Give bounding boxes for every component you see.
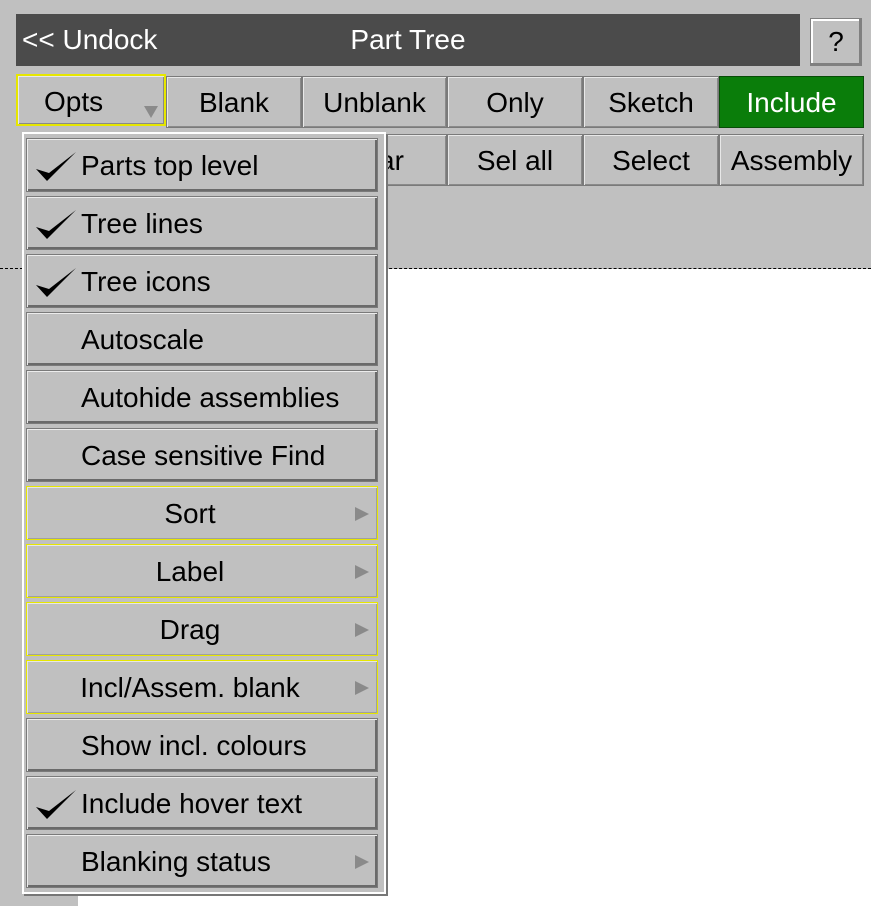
menu-item-case-sensitive-find[interactable]: Case sensitive Find xyxy=(26,428,378,482)
submenu-arrow-icon xyxy=(355,855,369,869)
menu-item-label: Include hover text xyxy=(81,788,303,819)
menu-item-label: Autoscale xyxy=(81,324,204,355)
blank-button[interactable]: Blank xyxy=(166,76,302,128)
submenu-arrow-icon xyxy=(355,681,369,695)
menu-item-label: Drag xyxy=(159,614,221,645)
opts-label: Opts xyxy=(44,86,104,117)
menu-item-sort[interactable]: Sort xyxy=(26,486,378,540)
only-button[interactable]: Only xyxy=(447,76,583,128)
select-button[interactable]: Select xyxy=(583,134,719,186)
checkmark-icon xyxy=(36,210,76,239)
submenu-arrow-icon xyxy=(355,623,369,637)
include-button[interactable]: Include xyxy=(719,76,864,128)
sel-all-button[interactable]: Sel all xyxy=(447,134,583,186)
menu-item-label: Show incl. colours xyxy=(81,730,307,761)
menu-item-autoscale[interactable]: Autoscale xyxy=(26,312,378,366)
menu-item-include-hover-text[interactable]: Include hover text xyxy=(26,776,378,830)
assembly-button[interactable]: Assembly xyxy=(719,134,864,186)
menu-item-tree-lines[interactable]: Tree lines xyxy=(26,196,378,250)
menu-item-label: Autohide assemblies xyxy=(81,382,340,413)
submenu-arrow-icon xyxy=(355,507,369,521)
menu-item-label-submenu[interactable]: Label xyxy=(26,544,378,598)
dropdown-arrow-icon xyxy=(144,106,158,118)
checkmark-icon xyxy=(36,790,76,819)
checkmark-icon xyxy=(36,152,76,181)
menu-item-autohide-assemblies[interactable]: Autohide assemblies xyxy=(26,370,378,424)
title-bar: << Undock Part Tree xyxy=(16,14,800,66)
menu-item-label: Parts top level xyxy=(81,150,259,181)
submenu-arrow-icon xyxy=(355,565,369,579)
menu-item-drag[interactable]: Drag xyxy=(26,602,378,656)
undock-button[interactable]: << Undock xyxy=(22,14,157,66)
unblank-button[interactable]: Unblank xyxy=(302,76,447,128)
menu-item-parts-top-level[interactable]: Parts top level xyxy=(26,138,378,192)
menu-item-label: Tree lines xyxy=(81,208,203,239)
checkmark-icon xyxy=(36,268,76,297)
menu-item-tree-icons[interactable]: Tree icons xyxy=(26,254,378,308)
sketch-button[interactable]: Sketch xyxy=(583,76,719,128)
menu-item-label: Blanking status xyxy=(81,846,271,877)
menu-item-label: Tree icons xyxy=(81,266,211,297)
opts-menu: Parts top level Tree lines Tree icons Au… xyxy=(22,132,386,894)
menu-item-blanking-status[interactable]: Blanking status xyxy=(26,834,378,888)
menu-item-label: Sort xyxy=(164,498,216,529)
menu-item-show-incl-colours[interactable]: Show incl. colours xyxy=(26,718,378,772)
menu-item-label: Case sensitive Find xyxy=(81,440,326,471)
help-button[interactable]: ? xyxy=(810,18,862,66)
menu-item-label: Incl/Assem. blank xyxy=(80,672,300,703)
menu-item-incl-assem-blank[interactable]: Incl/Assem. blank xyxy=(26,660,378,714)
opts-dropdown-button[interactable]: Opts xyxy=(16,74,166,126)
menu-item-label: Label xyxy=(155,556,225,587)
